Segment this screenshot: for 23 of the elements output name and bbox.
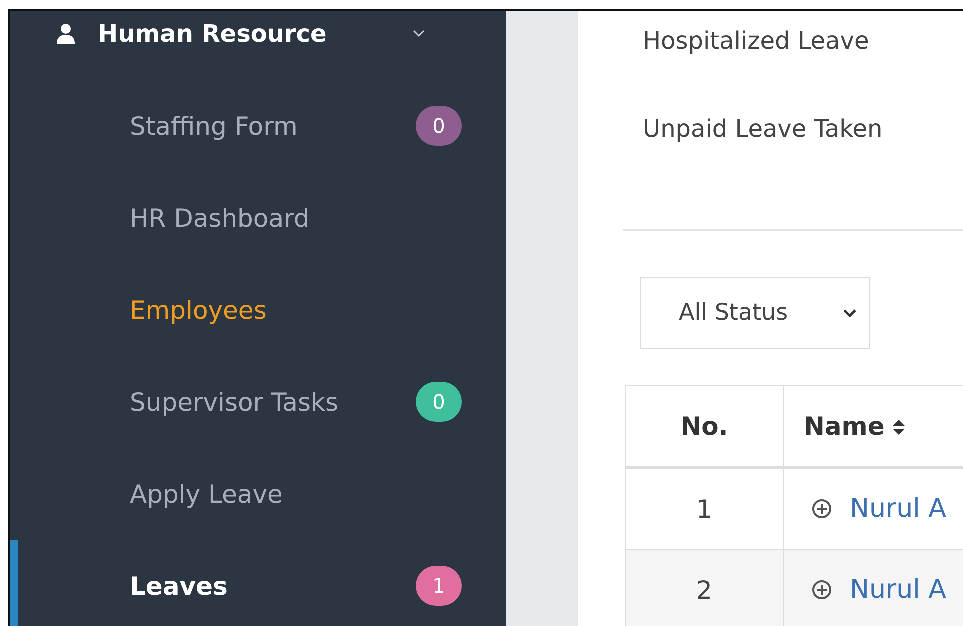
section-label: Human Resource — [98, 20, 328, 48]
status-select[interactable]: All Status — [640, 277, 870, 349]
count-badge: 1 — [416, 566, 462, 606]
employee-link[interactable]: Nurul A — [850, 494, 946, 524]
count-badge: 0 — [416, 106, 462, 146]
expand-icon[interactable] — [812, 580, 832, 600]
table-cell: 2 — [626, 550, 784, 626]
sidebar-section[interactable]: Human Resource — [10, 11, 506, 58]
column-header: No. — [626, 386, 784, 468]
user-icon — [56, 23, 76, 45]
count-badge: 0 — [416, 382, 462, 422]
summary-label: Unpaid Leave Taken — [642, 115, 884, 145]
sidebar-item[interactable]: Apply Leave — [10, 448, 506, 540]
sidebar-item[interactable]: HR Dashboard — [10, 172, 506, 264]
summary-label: Hospitalized Leave — [642, 27, 870, 57]
expand-icon[interactable] — [812, 499, 832, 519]
sort-icon — [892, 420, 905, 436]
column-header[interactable]: Name — [784, 386, 963, 468]
chevron-icon — [843, 308, 857, 318]
sidebar-item[interactable]: Staffing Form 0 — [10, 80, 506, 172]
sidebar-item[interactable]: Employees — [10, 264, 506, 356]
sidebar-item[interactable]: Supervisor Tasks 0 — [10, 356, 506, 448]
sidebar-item[interactable]: Leaves 1 — [10, 540, 506, 626]
